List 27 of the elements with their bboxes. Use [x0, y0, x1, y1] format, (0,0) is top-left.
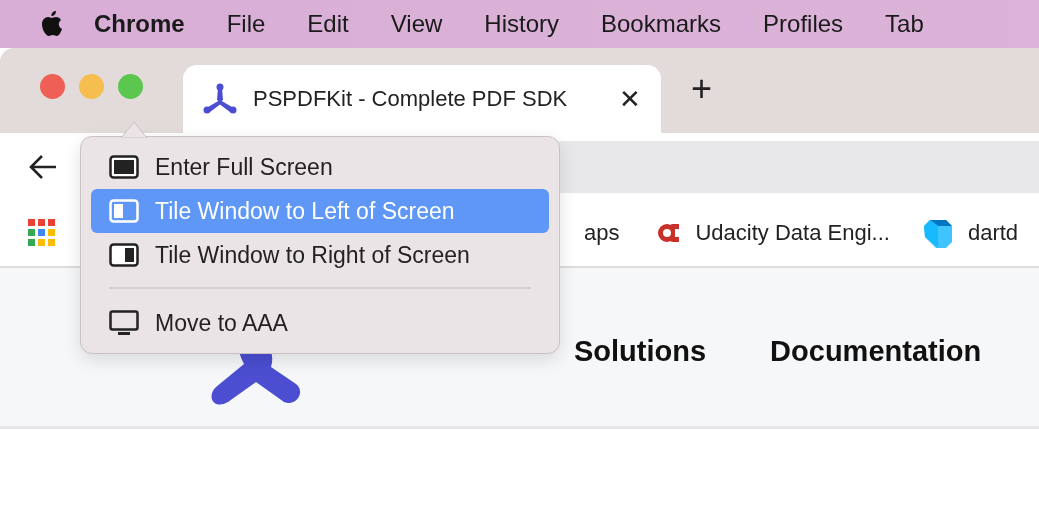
tile-right-icon [109, 243, 139, 267]
dart-logo-icon [921, 217, 954, 249]
menu-bar-item[interactable]: Edit [307, 10, 349, 38]
menu-item[interactable]: Tile Window to Right of Screen [91, 233, 549, 277]
close-tab-icon[interactable]: ✕ [619, 83, 641, 115]
menu-bar-item[interactable]: Bookmarks [601, 10, 722, 38]
nav-link[interactable]: Documentation [770, 334, 982, 368]
app-menu[interactable]: Chrome [94, 10, 185, 38]
new-tab-icon[interactable]: + [691, 67, 713, 110]
menu-bar-item[interactable]: File [226, 10, 266, 38]
monitor-icon [109, 310, 139, 336]
browser-tab[interactable]: PSPDFKit - Complete PDF SDK ✕ [183, 65, 661, 133]
menu-bar-item[interactable]: View [390, 10, 443, 38]
bookmark-label[interactable]: aps [584, 220, 620, 246]
menu-bar-item[interactable]: Profiles [763, 10, 844, 38]
bookmark-label[interactable]: dartd [967, 220, 1019, 246]
menu-bar-item[interactable]: History [484, 10, 559, 38]
back-arrow-icon[interactable] [28, 153, 58, 180]
nav-link[interactable]: Solutions [574, 334, 707, 368]
fullscreen-icon [109, 155, 139, 179]
propeller-logo-icon [203, 83, 237, 115]
bookmark-logo-icon [655, 221, 682, 245]
tile-left-icon [109, 199, 139, 223]
menu-bar-item[interactable]: Tab [885, 10, 924, 38]
bookmark-label[interactable]: Udacity Data Engi... [695, 220, 890, 246]
menu-item[interactable]: Move to AAA [91, 301, 549, 345]
apps-grid-icon[interactable] [28, 219, 56, 247]
